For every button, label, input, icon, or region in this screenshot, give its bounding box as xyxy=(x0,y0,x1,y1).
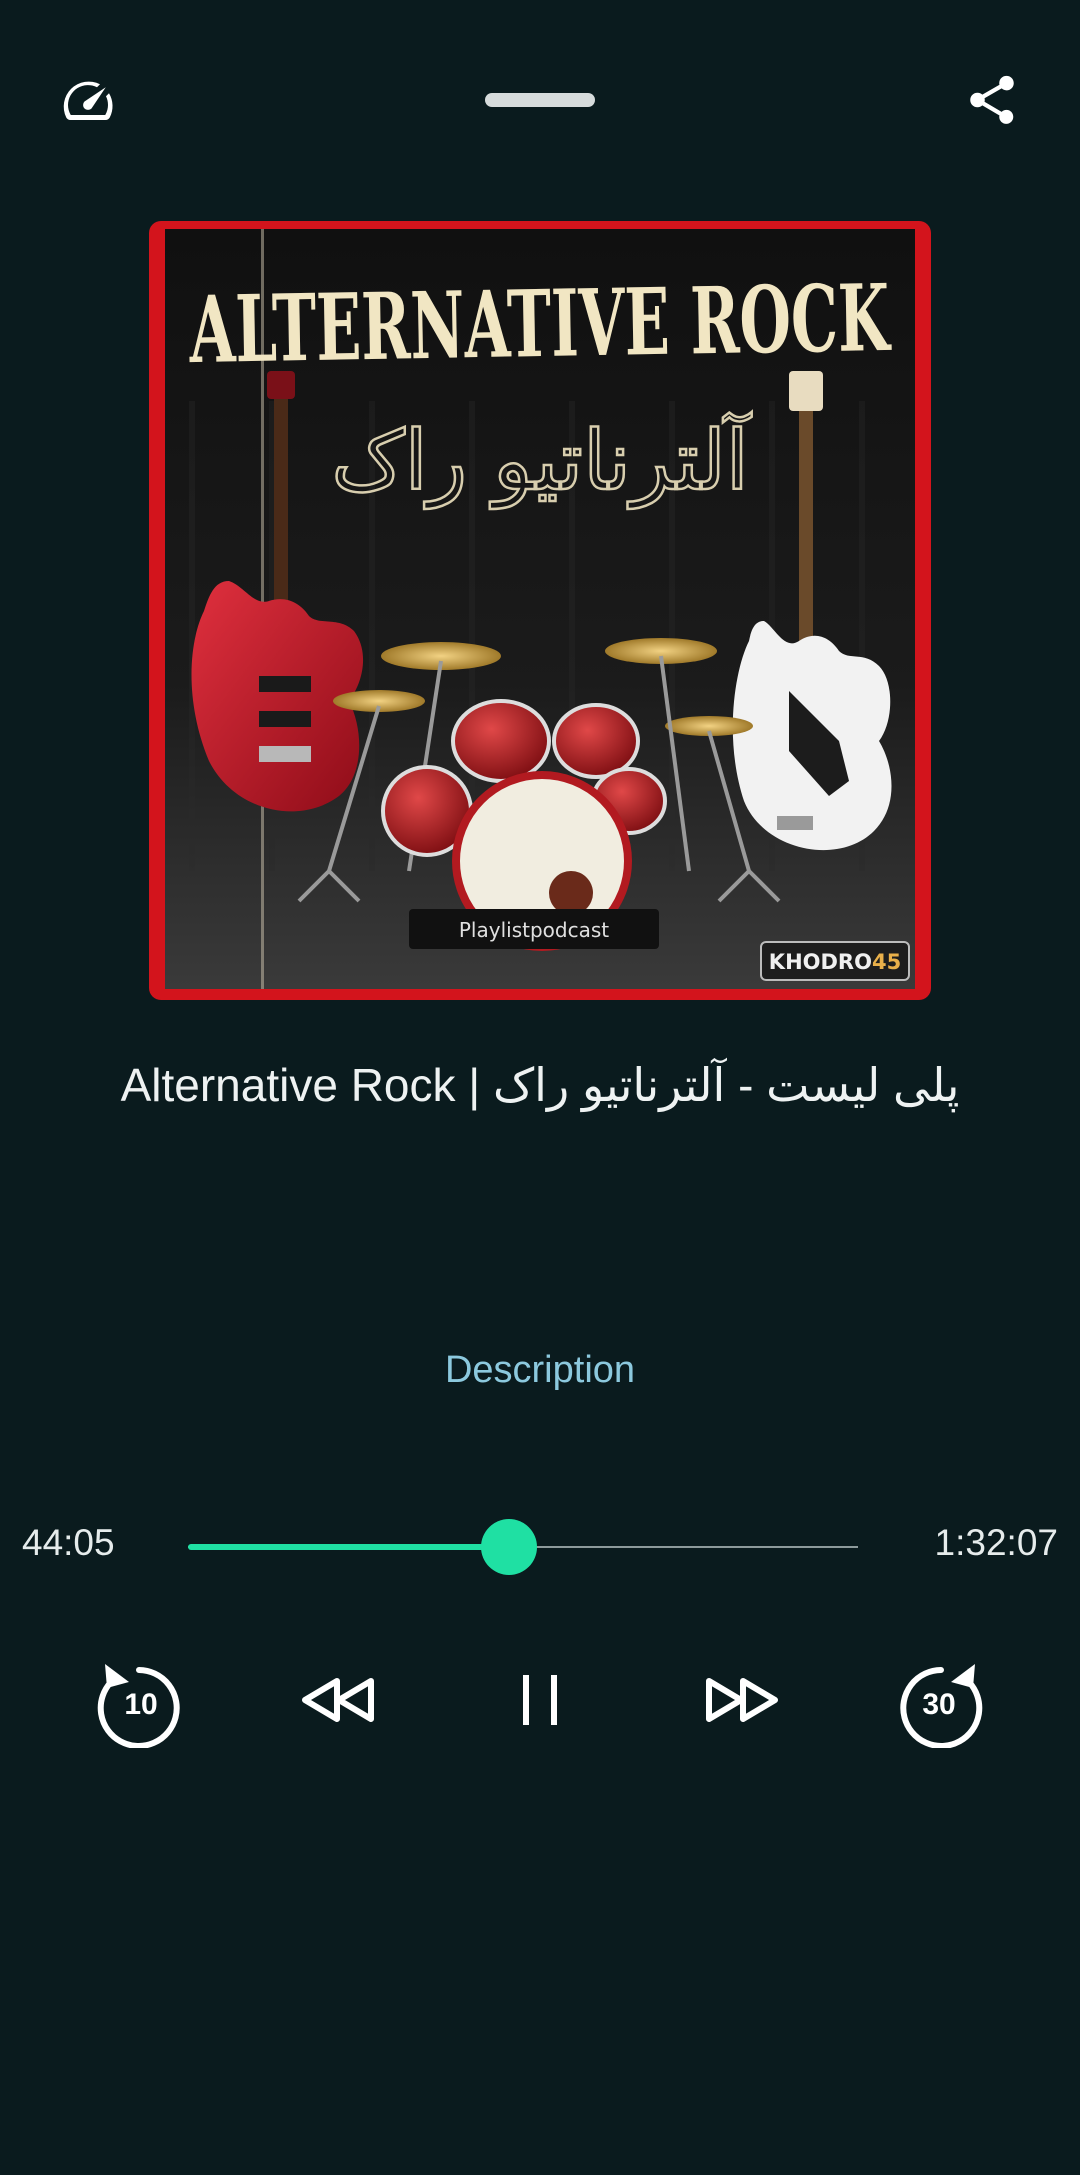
album-artwork: ALTERNATIVE ROCK آلترناتیو راک xyxy=(149,221,931,1000)
speedometer-icon xyxy=(63,81,113,120)
share-icon xyxy=(970,75,1014,124)
fast-forward-button[interactable] xyxy=(681,1640,801,1760)
pause-button[interactable] xyxy=(480,1640,600,1760)
seek-progress-fill xyxy=(188,1544,509,1550)
seek-thumb[interactable] xyxy=(480,1519,537,1575)
forward-seconds-label: 30 xyxy=(922,1688,955,1721)
playback-speed-button[interactable] xyxy=(40,52,136,148)
track-title: Alternative Rock | پلی لیست - آلترناتیو … xyxy=(120,1059,960,1111)
fast-forward-icon xyxy=(706,1678,778,1722)
playback-controls: 10 30 xyxy=(0,1640,1080,1760)
replay-10-button[interactable]: 10 xyxy=(79,1640,199,1760)
rewind-icon xyxy=(302,1678,374,1722)
forward-30-icon: 30 xyxy=(900,1664,983,1748)
top-bar xyxy=(0,0,1080,200)
replay-10-icon: 10 xyxy=(97,1664,180,1748)
pause-icon xyxy=(523,1675,557,1725)
artwork-title-text: ALTERNATIVE ROCK xyxy=(188,264,892,384)
description-link[interactable]: Description xyxy=(340,1340,740,1400)
artwork-brand-text: KHODRO xyxy=(769,950,872,974)
artwork-tag-text: Playlistpodcast xyxy=(459,918,609,942)
elapsed-time: 44:05 xyxy=(22,1522,115,1563)
artwork-brand: KHODRO45 xyxy=(769,950,901,974)
seek-bar[interactable] xyxy=(188,1519,858,1575)
replay-seconds-label: 10 xyxy=(124,1688,157,1721)
sheet-drag-handle[interactable] xyxy=(485,93,595,107)
artwork-brand-number: 45 xyxy=(872,950,901,974)
artwork-subtitle-text: آلترناتیو راک xyxy=(331,412,752,509)
rewind-button[interactable] xyxy=(279,1640,399,1760)
player-screen: ALTERNATIVE ROCK آلترناتیو راک xyxy=(0,0,1080,2175)
share-button[interactable] xyxy=(944,52,1040,148)
forward-30-button[interactable]: 30 xyxy=(881,1640,1001,1760)
artwork-image: ALTERNATIVE ROCK آلترناتیو راک xyxy=(149,221,931,1000)
total-duration: 1:32:07 xyxy=(934,1522,1058,1563)
